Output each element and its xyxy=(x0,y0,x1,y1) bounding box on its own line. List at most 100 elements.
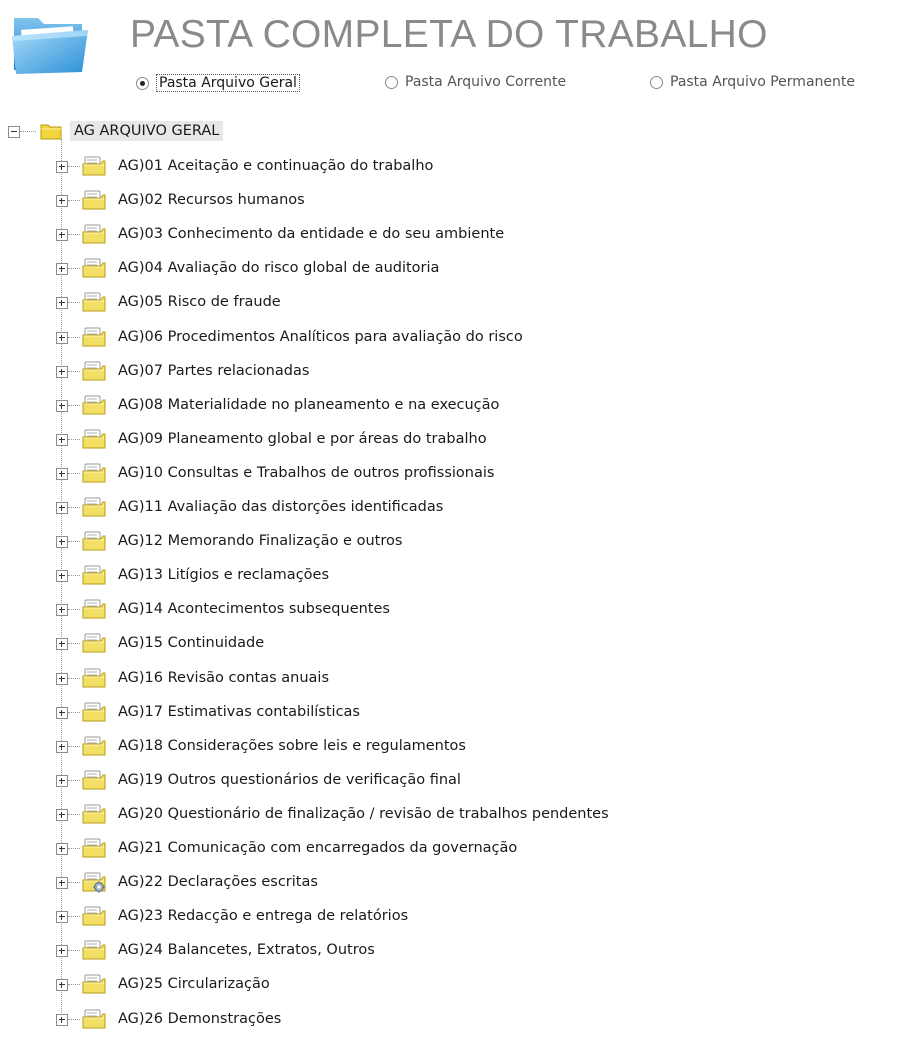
expand-icon[interactable] xyxy=(56,570,68,583)
tree-item[interactable]: AG)10 Consultas e Trabalhos de outros pr… xyxy=(0,457,897,491)
tree-connector xyxy=(68,200,80,202)
tree-connector xyxy=(20,131,36,132)
tree-connector xyxy=(68,813,80,815)
tree-connector xyxy=(68,984,80,986)
tree-connector xyxy=(68,404,80,406)
tree-item-label: AG)24 Balancetes, Extratos, Outros xyxy=(118,942,375,959)
document-folder-icon xyxy=(82,598,106,619)
expand-icon[interactable] xyxy=(56,740,68,753)
tree-item[interactable]: AG)21 Comunicação com encarregados da go… xyxy=(0,832,897,866)
tree-connector xyxy=(68,268,80,270)
radio-label: Pasta Arquivo Geral xyxy=(156,74,300,92)
expand-icon[interactable] xyxy=(56,399,68,412)
tree-item[interactable]: AG)24 Balancetes, Extratos, Outros xyxy=(0,934,897,968)
tree-item[interactable]: AG)02 Recursos humanos xyxy=(0,184,897,218)
tree-item-label: AG)07 Partes relacionadas xyxy=(118,362,310,379)
document-folder-icon xyxy=(82,155,106,176)
tree-connector xyxy=(68,643,80,645)
tree-item-label: AG)20 Questionário de finalização / revi… xyxy=(118,805,609,822)
tree-item[interactable]: AG)20 Questionário de finalização / revi… xyxy=(0,798,897,832)
tree-item[interactable]: AG)01 Aceitação e continuação do trabalh… xyxy=(0,150,897,184)
tree-item[interactable]: AG)26 Demonstrações xyxy=(0,1003,897,1037)
tree-root-node[interactable]: AG ARQUIVO GERAL xyxy=(0,117,897,151)
expand-icon[interactable] xyxy=(56,467,68,480)
tree-item-label: AG)08 Materialidade no planeamento e na … xyxy=(118,396,500,413)
tree-item-label: AG)13 Litígios e reclamações xyxy=(118,567,330,584)
tree-item-label: AG)19 Outros questionários de verificaçã… xyxy=(118,771,461,788)
tree-item-label: AG)25 Circularização xyxy=(118,976,270,993)
tree-item[interactable]: AG)08 Materialidade no planeamento e na … xyxy=(0,389,897,423)
tree-item[interactable]: AG)19 Outros questionários de verificaçã… xyxy=(0,764,897,798)
radio-label: Pasta Arquivo Permanente xyxy=(670,74,855,90)
expand-icon[interactable] xyxy=(56,877,68,890)
tree-item[interactable]: AG)11 Avaliação das distorções identific… xyxy=(0,491,897,525)
tree-item-label: AG)18 Considerações sobre leis e regulam… xyxy=(118,737,466,754)
tree-item[interactable]: AG)22 Declarações escritas xyxy=(0,866,897,900)
tree-item[interactable]: AG)06 Procedimentos Analíticos para aval… xyxy=(0,321,897,355)
expand-icon[interactable] xyxy=(56,433,68,446)
document-folder-icon xyxy=(82,360,106,381)
tree-connector xyxy=(68,302,80,304)
document-folder-icon xyxy=(82,701,106,722)
expand-icon[interactable] xyxy=(56,843,68,855)
tree-item[interactable]: AG)13 Litígios e reclamações xyxy=(0,559,897,593)
expand-icon[interactable] xyxy=(56,638,68,651)
tree-item-label: AG)06 Procedimentos Analíticos para aval… xyxy=(118,328,523,345)
expand-icon[interactable] xyxy=(56,945,68,958)
folder-icon xyxy=(8,10,98,80)
tree-item[interactable]: AG)03 Conhecimento da entidade e do seu … xyxy=(0,218,897,252)
radio-unselected-icon[interactable] xyxy=(385,75,398,89)
tree-item[interactable]: AG)07 Partes relacionadas xyxy=(0,355,897,389)
expand-icon[interactable] xyxy=(56,706,68,719)
tree-item[interactable]: AG)17 Estimativas contabilísticas xyxy=(0,696,897,730)
tree-item[interactable]: AG)05 Risco de fraude xyxy=(0,286,897,320)
tree-item-label: AG)10 Consultas e Trabalhos de outros pr… xyxy=(118,464,495,481)
tree-connector xyxy=(68,166,80,167)
document-folder-icon xyxy=(82,769,106,790)
tree-item[interactable]: AG)09 Planeamento global e por áreas do … xyxy=(0,423,897,457)
tree-item-label: AG)23 Redacção e entrega de relatórios xyxy=(118,908,409,925)
radio-pasta-arquivo-corrente[interactable]: Pasta Arquivo Corrente xyxy=(385,74,566,90)
document-folder-icon xyxy=(82,394,106,415)
tree-item[interactable]: AG)15 Continuidade xyxy=(0,627,897,661)
tree-connector xyxy=(68,370,80,372)
tree-item[interactable]: AG)25 Circularização xyxy=(0,968,897,1002)
tree-item-label: AG)02 Recursos humanos xyxy=(118,192,305,209)
radio-pasta-arquivo-permanente[interactable]: Pasta Arquivo Permanente xyxy=(650,74,855,90)
expand-icon[interactable] xyxy=(56,536,68,549)
tree-connector xyxy=(68,848,80,849)
tree-item[interactable]: AG)04 Avaliação do risco global de audit… xyxy=(0,252,897,286)
expand-icon[interactable] xyxy=(56,297,68,310)
expand-icon[interactable] xyxy=(56,365,68,378)
radio-pasta-arquivo-geral[interactable]: Pasta Arquivo Geral xyxy=(136,74,300,92)
expand-icon[interactable] xyxy=(56,979,68,992)
tree-item[interactable]: AG)12 Memorando Finalização e outros xyxy=(0,525,897,559)
radio-unselected-icon[interactable] xyxy=(650,75,663,89)
expand-icon[interactable] xyxy=(56,331,68,344)
tree-item[interactable]: AG)16 Revisão contas anuais xyxy=(0,662,897,696)
tree-item-label: AG)11 Avaliação das distorções identific… xyxy=(118,499,444,515)
expand-icon[interactable] xyxy=(56,1013,68,1026)
expand-icon[interactable] xyxy=(56,195,68,208)
expand-icon[interactable] xyxy=(56,808,68,821)
expand-icon[interactable] xyxy=(56,263,68,276)
page-title: PASTA COMPLETA DO TRABALHO xyxy=(130,13,768,56)
radio-selected-icon[interactable] xyxy=(136,76,149,90)
expand-icon[interactable] xyxy=(56,911,68,924)
collapse-icon[interactable] xyxy=(8,126,20,138)
expand-icon[interactable] xyxy=(56,161,68,173)
archive-type-radio-group: Pasta Arquivo Geral Pasta Arquivo Corren… xyxy=(0,74,897,96)
tree-item[interactable]: AG)23 Redacção e entrega de relatórios xyxy=(0,900,897,934)
tree-item[interactable]: AG)18 Considerações sobre leis e regulam… xyxy=(0,730,897,764)
tree-item-label: AG)22 Declarações escritas xyxy=(118,874,318,891)
document-folder-icon xyxy=(82,496,106,517)
tree-connector xyxy=(68,472,80,474)
tree-connector xyxy=(68,882,80,884)
tree-connector xyxy=(68,336,80,338)
expand-icon[interactable] xyxy=(56,774,68,787)
expand-icon[interactable] xyxy=(56,672,68,685)
expand-icon[interactable] xyxy=(56,229,68,242)
tree-item[interactable]: AG)14 Acontecimentos subsequentes xyxy=(0,593,897,627)
expand-icon[interactable] xyxy=(56,604,68,617)
expand-icon[interactable] xyxy=(56,502,68,514)
